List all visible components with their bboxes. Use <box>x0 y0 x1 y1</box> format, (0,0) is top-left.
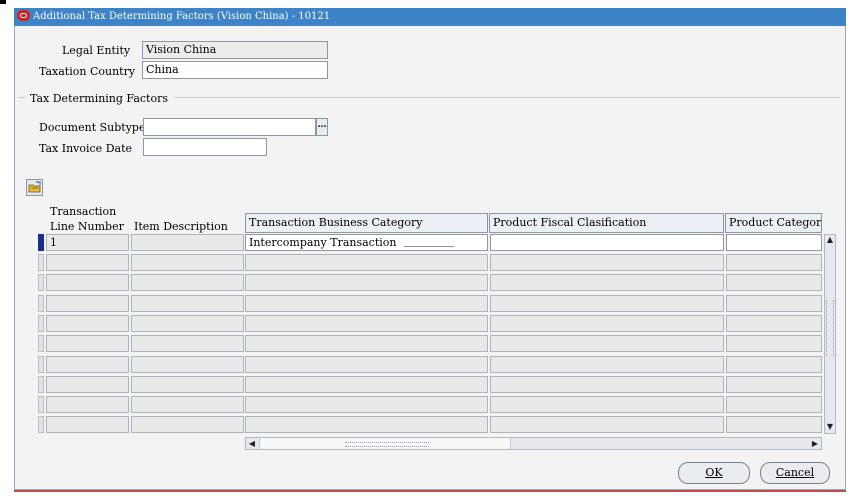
empty-cell[interactable] <box>726 314 822 332</box>
group-divider-left <box>18 97 26 98</box>
col-header-item-description: Item Description <box>134 220 228 233</box>
empty-cell[interactable] <box>131 355 244 373</box>
group-divider <box>174 97 840 98</box>
window-title: Additional Tax Determining Factors (Visi… <box>33 11 331 22</box>
empty-cell[interactable] <box>131 396 244 414</box>
empty-cell[interactable] <box>490 335 724 353</box>
empty-cell[interactable] <box>131 335 244 353</box>
empty-cell[interactable] <box>131 254 244 271</box>
empty-cell[interactable] <box>131 375 244 393</box>
cell-line-number[interactable]: 1 <box>46 234 129 251</box>
row-indicator[interactable] <box>38 375 44 393</box>
ok-button[interactable]: OK <box>678 462 750 484</box>
cell-edit-underline <box>404 246 454 247</box>
empty-cell[interactable] <box>131 416 244 434</box>
empty-cell[interactable] <box>726 294 822 312</box>
empty-cell[interactable] <box>245 254 488 271</box>
empty-cell[interactable] <box>490 396 724 414</box>
empty-cell[interactable] <box>490 294 724 312</box>
empty-cell[interactable] <box>245 335 488 353</box>
cell-item-description[interactable] <box>131 234 244 251</box>
document-subtype-label: Document Subtype <box>39 121 146 134</box>
empty-cell[interactable] <box>490 416 724 434</box>
empty-cell[interactable] <box>46 314 129 332</box>
folder-tools-button[interactable] <box>26 179 43 196</box>
cell-fiscal-classification[interactable] <box>490 234 724 251</box>
row-indicator[interactable] <box>38 274 44 292</box>
empty-cell[interactable] <box>46 254 129 271</box>
col-header-line-number-1: Transaction <box>50 205 117 218</box>
empty-cell[interactable] <box>490 274 724 292</box>
empty-cell[interactable] <box>726 375 822 393</box>
tax-invoice-date-label: Tax Invoice Date <box>39 142 133 155</box>
empty-cell[interactable] <box>490 355 724 373</box>
scroll-down-icon[interactable]: ▼ <box>824 422 836 432</box>
document-subtype-lov-button[interactable]: … <box>316 118 328 136</box>
vertical-scroll-thumb[interactable] <box>826 300 834 356</box>
tax-invoice-date-field[interactable] <box>143 138 267 156</box>
empty-cell[interactable] <box>46 416 129 434</box>
col-header-line-number-2: Line Number <box>50 220 124 233</box>
empty-cell[interactable] <box>46 294 129 312</box>
empty-cell[interactable] <box>245 355 488 373</box>
tax-factors-group-title: Tax Determining Factors <box>30 92 168 105</box>
row-indicator[interactable] <box>38 396 44 414</box>
empty-cell[interactable] <box>726 274 822 292</box>
horizontal-thumb-grip <box>345 442 429 447</box>
empty-cell[interactable] <box>245 416 488 434</box>
legal-entity-field[interactable]: Vision China <box>142 41 328 59</box>
window-bottom-border <box>14 490 846 492</box>
document-subtype-field[interactable] <box>143 118 316 136</box>
empty-cell[interactable] <box>726 254 822 271</box>
cancel-button-label: Cancel <box>775 466 815 479</box>
corner-mark <box>0 0 6 4</box>
empty-cell[interactable] <box>726 396 822 414</box>
cell-product-category[interactable] <box>726 234 822 251</box>
empty-cell[interactable] <box>245 294 488 312</box>
empty-cell[interactable] <box>245 375 488 393</box>
col-header-fiscal-classification[interactable]: Product Fiscal Clasification <box>489 213 724 233</box>
empty-cell[interactable] <box>245 314 488 332</box>
ok-button-label: OK <box>705 466 723 479</box>
row-indicator[interactable] <box>38 314 44 332</box>
col-header-business-category[interactable]: Transaction Business Category <box>245 213 488 233</box>
empty-cell[interactable] <box>131 274 244 292</box>
scroll-left-icon[interactable]: ◀ <box>246 439 258 449</box>
empty-cell[interactable] <box>245 396 488 414</box>
empty-cell[interactable] <box>245 274 488 292</box>
empty-cell[interactable] <box>46 335 129 353</box>
empty-cell[interactable] <box>131 294 244 312</box>
legal-entity-label: Legal Entity <box>62 44 131 57</box>
row-indicator[interactable] <box>38 254 44 271</box>
empty-cell[interactable] <box>46 375 129 393</box>
empty-cell[interactable] <box>46 396 129 414</box>
empty-cell[interactable] <box>46 274 129 292</box>
col-header-product-category[interactable]: Product Category <box>725 213 822 233</box>
empty-cell[interactable] <box>490 314 724 332</box>
cancel-button[interactable]: Cancel <box>760 462 830 484</box>
empty-cell[interactable] <box>490 254 724 271</box>
current-row-indicator[interactable] <box>38 234 44 251</box>
scroll-up-icon[interactable]: ▲ <box>824 235 836 245</box>
taxation-country-field[interactable]: China <box>142 61 328 79</box>
taxation-country-label: Taxation Country <box>39 65 136 78</box>
folder-icon <box>28 181 41 193</box>
row-indicator[interactable] <box>38 335 44 353</box>
cell-business-category[interactable]: Intercompany Transaction <box>245 234 488 251</box>
empty-cell[interactable] <box>726 335 822 353</box>
row-indicator[interactable] <box>38 416 44 434</box>
row-indicator[interactable] <box>38 294 44 312</box>
row-indicator[interactable] <box>38 355 44 373</box>
scroll-right-icon[interactable]: ▶ <box>809 439 821 449</box>
empty-cell[interactable] <box>726 355 822 373</box>
empty-cell[interactable] <box>46 355 129 373</box>
empty-cell[interactable] <box>726 416 822 434</box>
empty-cell[interactable] <box>131 314 244 332</box>
oracle-logo-icon <box>17 10 30 21</box>
empty-cell[interactable] <box>490 375 724 393</box>
